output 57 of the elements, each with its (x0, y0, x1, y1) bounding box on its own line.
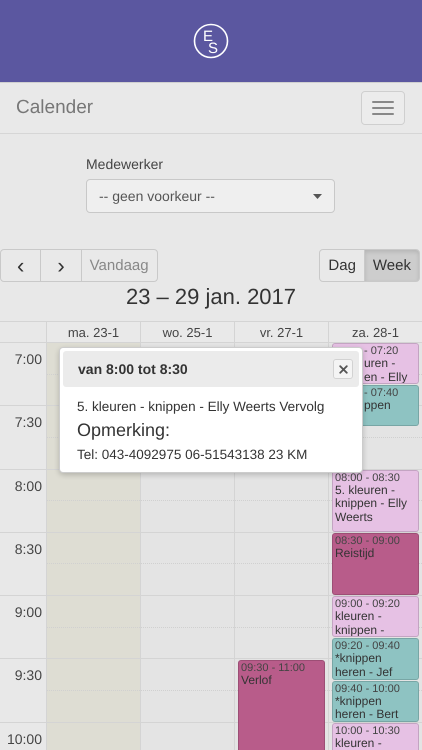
close-button[interactable] (333, 359, 353, 379)
calendar-event[interactable]: 09:20 - 09:40 *knippen heren - Jef (332, 638, 419, 680)
event-time: - 07:40 (364, 387, 400, 400)
event-description: 5. kleuren - knippen - Elly Weerts Vervolg (77, 399, 326, 414)
view-tab[interactable]: Dag (319, 249, 365, 282)
logo-icon: E S (193, 23, 229, 59)
event-title: 5. kleuren - (335, 484, 396, 498)
event-title: kleuren - (335, 736, 383, 750)
previous-button[interactable]: ‹ (0, 249, 42, 282)
calendar-event[interactable]: 09:00 - 09:20 kleuren - knippen - (332, 596, 419, 638)
popover-title: van 8:00 tot 8:30 (78, 361, 188, 377)
event-title: Reistijd (335, 546, 376, 560)
day-header: za. 28-1 (328, 322, 422, 343)
time-label: 8:00 (14, 478, 42, 494)
event-title: heren - Jef (335, 666, 394, 679)
calendar-event[interactable]: 09:40 - 10:00 *knippen heren - Bert (332, 680, 419, 722)
next-button[interactable]: › (40, 249, 82, 282)
event-time: 09:20 - 09:40 (335, 640, 401, 652)
time-label: 7:00 (14, 351, 42, 367)
time-label: 8:30 (14, 540, 42, 557)
menu-button[interactable] (361, 91, 405, 125)
field-label: Medewerker (86, 156, 164, 172)
day-header: ma. 23-1 (46, 322, 140, 343)
date-range-title: 23 – 29 jan. 2017 (124, 283, 298, 311)
note-text: Tel: 043-4092975 06-51543138 23 KM (77, 447, 308, 462)
caret-icon (313, 194, 322, 198)
event-time: - 07:20 (364, 345, 400, 357)
event-title: *knippen (335, 694, 383, 708)
event-title: Verlof (241, 674, 273, 687)
day-header: wo. 25-1 (140, 322, 234, 343)
close-icon (336, 362, 350, 376)
calendar-event[interactable]: 10:00 - 10:30 kleuren - (332, 722, 419, 750)
event-title: heren - Bert (335, 708, 400, 721)
event-title: Weerts (335, 510, 374, 524)
event-time: 09:30 - 11:00 (241, 662, 306, 674)
time-label: 9:30 (14, 667, 42, 684)
day-header: vr. 27-1 (234, 322, 328, 343)
event-title: ppen (364, 399, 392, 413)
event-title: *knippen (335, 652, 383, 666)
event-title: knippen - (335, 624, 386, 636)
time-label: 10:00 (6, 730, 42, 747)
time-label: 7:30 (14, 414, 42, 430)
event-time: 08:00 - 08:30 (335, 472, 401, 484)
event-time: 10:00 - 10:30 (335, 724, 401, 737)
event-time: 09:40 - 10:00 (335, 682, 401, 695)
event-title: kleuren - (335, 610, 383, 624)
event-title: en - Elly (364, 370, 408, 384)
employee-select[interactable]: -- geen voorkeur -- (86, 179, 335, 213)
page-title: Calender (16, 97, 94, 119)
time-label: 9:00 (14, 604, 42, 620)
event-time: 08:30 - 09:00 (335, 534, 401, 547)
view-tab[interactable]: Week (364, 249, 420, 282)
event-title: knippen - Elly (335, 497, 408, 511)
note-heading: Opmerking: (77, 420, 172, 441)
event-time: 09:00 - 09:20 (335, 598, 401, 610)
calendar-event[interactable]: 08:00 - 08:30 5. kleuren - knippen - Elly Weerts (332, 470, 419, 532)
event-title: uren - (364, 357, 396, 370)
